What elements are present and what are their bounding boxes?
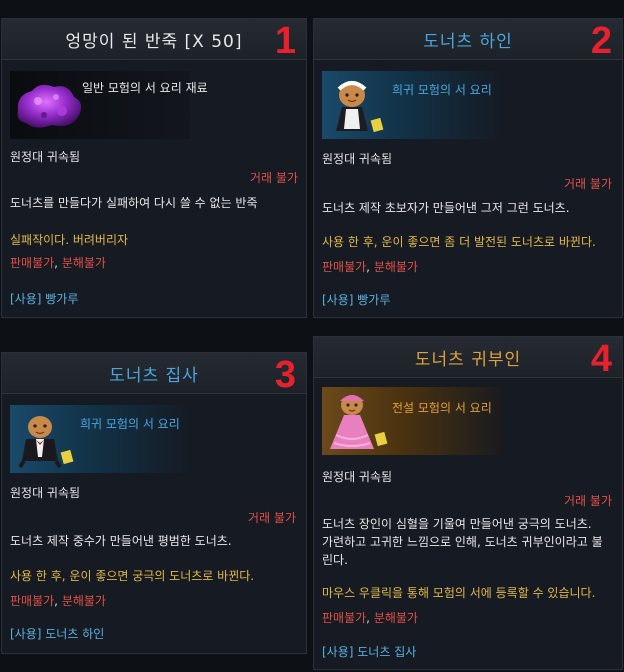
sell-unavailable: 판매불가 [322,611,367,625]
sell-unavailable: 판매불가 [10,594,55,608]
separator: , [54,594,62,608]
tooltip-header: 도너츠 하인 [314,19,622,60]
item-title: 도너츠 하인 [423,31,513,52]
item-grade: 희귀 모험의 서 요리 [80,417,180,431]
usage-info: [사용] 도너츠 집사 [322,645,417,659]
item-description-line-2: 가련하고 고귀한 느낌으로 인해, 도너츠 귀부인이라고 불 [322,535,603,549]
sell-status: 판매불가, 분해불가 [10,593,106,610]
item-tooltip-3: 도너츠 집사 3 희귀 모험의 서 요리 원정대 귀속됨 거래 불가 도너츠 제… [1,352,307,654]
item-description: 도너츠를 만들다가 실패하여 다시 쓸 수 없는 반죽 [10,196,258,210]
lady-cookie-icon [330,395,388,449]
separator: , [366,260,374,274]
panel-number: 2 [590,20,612,62]
bound-status: 원정대 귀속됨 [322,152,393,166]
item-description: 도너츠 제작 중수가 만들어낸 평범한 도너츠. [10,534,232,548]
panel-number: 4 [590,338,612,380]
dismantle-unavailable: 분해불가 [373,260,418,274]
item-grade: 희귀 모험의 서 요리 [392,83,492,97]
tooltip-body [2,19,306,317]
separator: , [54,256,62,270]
item-description-line-3: 린다. [322,553,348,567]
trade-status: 거래 불가 [564,177,612,191]
item-grade: 일반 모험의 서 요리 재료 [82,81,208,95]
item-title: 엉망이 된 반죽 [X 50] [65,31,243,52]
item-effect: 사용 한 후, 운이 좋으면 좀 더 발전된 도너츠로 바뀐다. [322,235,596,249]
usage-info: [사용] 빵가루 [322,293,391,307]
dismantle-unavailable: 분해불가 [373,611,418,625]
panel-number: 3 [274,354,296,396]
trade-status: 거래 불가 [564,494,612,508]
dismantle-unavailable: 분해불가 [61,594,106,608]
bound-status: 원정대 귀속됨 [322,470,393,484]
trade-status: 거래 불가 [250,171,298,185]
tooltip-header: 도너츠 집사 [2,353,306,394]
panel-number: 1 [274,20,296,62]
sell-unavailable: 판매불가 [322,260,367,274]
item-effect: 사용 한 후, 운이 좋으면 궁극의 도너츠로 바뀐다. [10,569,255,583]
item-effect: 실패작이다. 버려버리자 [10,233,129,247]
usage-info: [사용] 도너츠 하인 [10,627,105,641]
item-description: 도너츠 제작 초보자가 만들어낸 그저 그런 도너츠. [322,201,570,215]
item-effect: 마우스 우클릭을 통해 모험의 서에 등록할 수 있습니다. [322,586,596,600]
usage-info: [사용] 빵가루 [10,292,79,306]
item-tooltip-2: 도너츠 하인 2 희귀 모험의 서 요리 원정대 귀속됨 거래 불가 도너츠 제… [313,18,623,318]
item-title: 도너츠 귀부인 [414,349,522,370]
item-grade: 전설 모험의 서 요리 [392,401,492,415]
item-title: 도너츠 집사 [109,365,199,386]
separator: , [366,611,374,625]
sell-status: 판매불가, 분해불가 [10,255,106,272]
bound-status: 원정대 귀속됨 [10,150,81,164]
item-tooltip-4: 도너츠 귀부인 4 전설 모험의 서 요리 원정대 귀속됨 거래 불가 도너츠 … [313,336,623,670]
dismantle-unavailable: 분해불가 [61,256,106,270]
trade-status: 거래 불가 [248,511,296,525]
sell-status: 판매불가, 분해불가 [322,259,418,276]
item-description-line-1: 도너츠 장인이 심혈을 기울여 만들어낸 궁극의 도너츠. [322,517,592,531]
tooltip-header: 도너츠 귀부인 [314,337,622,378]
sell-unavailable: 판매불가 [10,256,55,270]
tooltip-header: 엉망이 된 반죽 [X 50] [2,19,306,60]
item-icon-frame [322,387,502,455]
sell-status: 판매불가, 분해불가 [322,610,418,627]
item-tooltip-1: 엉망이 된 반죽 [X 50] 1 일반 모험의 서 요리 재료 원정대 귀속됨… [1,18,307,318]
bound-status: 원정대 귀속됨 [10,486,81,500]
